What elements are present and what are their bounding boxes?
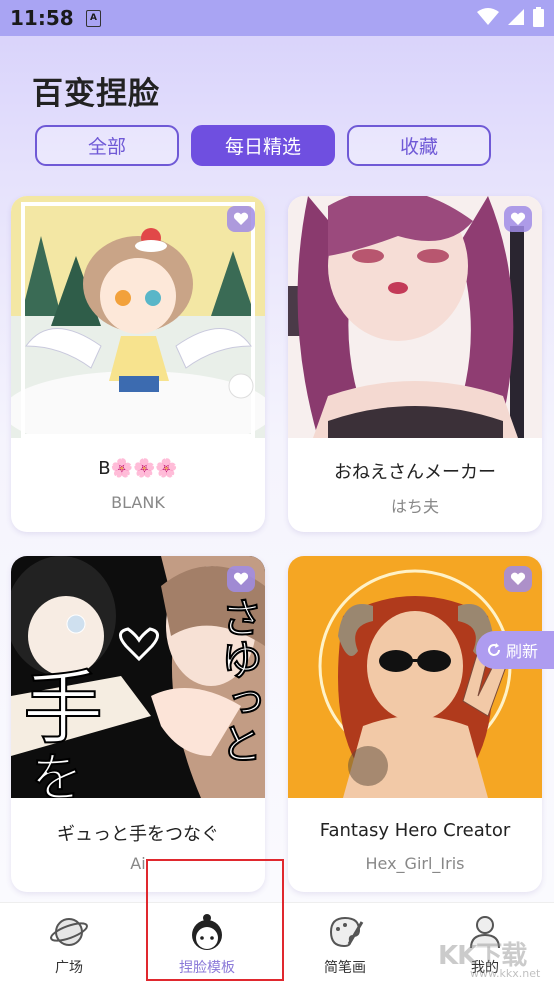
refresh-icon xyxy=(488,643,500,656)
signal-icon xyxy=(508,9,524,25)
face-avatar-icon xyxy=(192,914,222,950)
nav-label: 捏脸模板 xyxy=(179,960,235,976)
nav-item-square[interactable]: 广场 xyxy=(0,903,138,985)
template-title: B🌸🌸🌸 xyxy=(98,458,178,479)
template-card[interactable]: Fantasy Hero Creator Hex_Girl_Iris xyxy=(288,556,542,892)
nav-item-sketch[interactable]: 简笔画 xyxy=(276,903,414,985)
favorite-button[interactable] xyxy=(504,566,532,592)
template-title: ギュっと手をつなぐ xyxy=(57,824,219,845)
nav-item-face-templates[interactable]: 捏脸模板 xyxy=(138,903,276,985)
refresh-button[interactable]: 刷新 xyxy=(476,631,554,669)
heart-icon xyxy=(510,572,526,585)
tab-favorites[interactable]: 收藏 xyxy=(347,125,491,166)
template-author: はち夫 xyxy=(390,497,439,516)
favorite-button[interactable] xyxy=(504,206,532,232)
template-author: BLANK xyxy=(111,493,165,512)
template-card[interactable]: 手 を さゆっと ギュっと手をつなぐ Ai xyxy=(11,556,265,892)
kanji-te-text: 手 xyxy=(23,662,103,755)
template-author: Ai xyxy=(130,854,146,873)
page-title: 百变捏脸 xyxy=(32,76,160,112)
planet-icon xyxy=(50,918,88,946)
nav-label: 简笔画 xyxy=(324,960,366,976)
template-thumbnail[interactable] xyxy=(288,196,542,438)
template-card[interactable]: おねえさんメーカー はち夫 xyxy=(288,196,542,532)
template-thumbnail[interactable] xyxy=(288,556,542,798)
favorite-button[interactable] xyxy=(227,206,255,232)
palette-icon xyxy=(329,916,364,948)
watermark-url: www.kkx.net xyxy=(470,967,541,980)
template-card[interactable]: B🌸🌸🌸 BLANK xyxy=(11,196,265,532)
favorite-button[interactable] xyxy=(227,566,255,592)
template-author: Hex_Girl_Iris xyxy=(365,854,465,873)
refresh-label: 刷新 xyxy=(506,642,539,661)
kanji-wo-text: を xyxy=(31,749,83,798)
template-thumbnail[interactable]: 手 を さゆっと xyxy=(11,556,265,798)
heart-icon xyxy=(233,212,249,225)
nav-label: 广场 xyxy=(55,960,83,976)
template-title: Fantasy Hero Creator xyxy=(319,820,511,841)
kana-vertical-text: さゆっと xyxy=(215,596,264,764)
status-time: 11:58 xyxy=(10,6,74,30)
heart-icon xyxy=(233,572,249,585)
notification-a-icon: A xyxy=(86,10,101,27)
tab-all[interactable]: 全部 xyxy=(35,125,179,166)
wifi-icon xyxy=(477,8,499,25)
template-title: おねえさんメーカー xyxy=(334,462,496,483)
battery-icon xyxy=(533,7,544,27)
tab-bar: 全部 每日精选 收藏 xyxy=(35,125,491,166)
tab-daily-picks[interactable]: 每日精选 xyxy=(191,125,335,166)
template-thumbnail[interactable] xyxy=(11,196,265,438)
status-bar: 11:58 A xyxy=(0,0,554,36)
heart-icon xyxy=(510,212,526,225)
